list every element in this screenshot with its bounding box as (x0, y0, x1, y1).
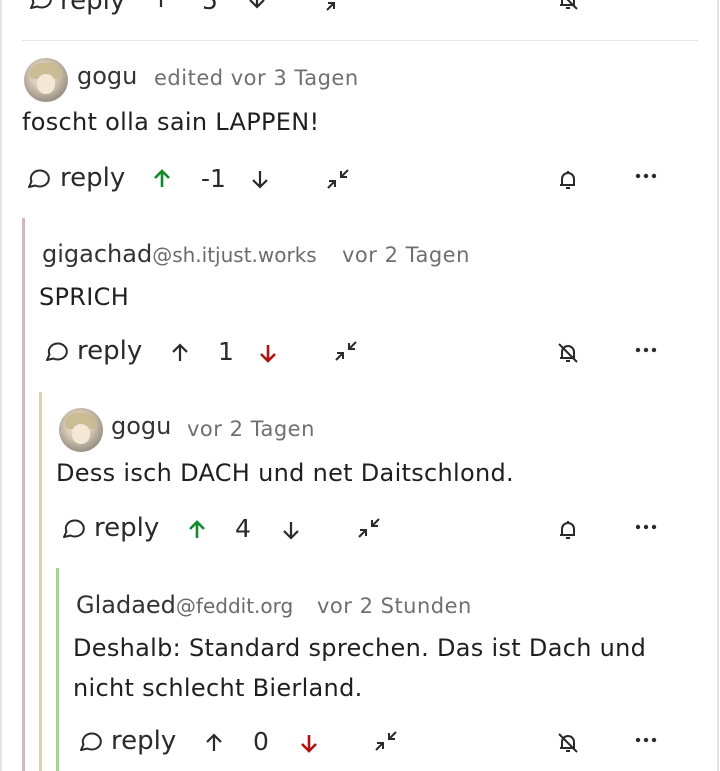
username-instance: @feddit.org (175, 594, 294, 618)
reply-button[interactable]: reply (77, 336, 142, 366)
username[interactable]: gigachad@sh.itjust.works (42, 240, 317, 268)
more-dots-icon[interactable] (634, 346, 658, 354)
comment-body: SPRICH (39, 283, 130, 311)
speech-bubble-icon (80, 732, 102, 751)
more-dots-icon[interactable] (634, 523, 658, 531)
bell-off-icon[interactable] (556, 0, 580, 12)
collapse-icon[interactable] (325, 168, 351, 190)
arrow-down-icon[interactable] (257, 342, 279, 364)
reply-button[interactable]: reply (111, 726, 176, 756)
page-border-right (717, 0, 719, 771)
bell-off-icon[interactable] (556, 731, 580, 755)
collapse-icon[interactable] (356, 517, 382, 539)
arrow-down-icon[interactable] (249, 168, 271, 190)
speech-bubble-icon (28, 169, 50, 188)
username[interactable]: gogu (111, 412, 171, 440)
comment-body: Deshalb: Standard sprechen. Das ist Dach… (73, 634, 647, 702)
thread-line-level-2 (39, 392, 42, 771)
arrow-up-icon[interactable] (150, 0, 172, 10)
comment-meta: vor 2 Stunden (317, 594, 472, 618)
collapse-icon[interactable] (324, 0, 350, 12)
score: 5 (202, 0, 218, 15)
arrow-down-icon[interactable] (246, 0, 268, 10)
username-instance: @sh.itjust.works (152, 243, 317, 267)
username-name: gigachad (42, 240, 153, 268)
arrow-up-icon[interactable] (169, 342, 191, 364)
collapse-icon[interactable] (333, 340, 359, 362)
arrow-up-icon[interactable] (186, 519, 208, 541)
page-border-left (0, 0, 2, 771)
avatar[interactable] (59, 408, 103, 452)
collapse-icon[interactable] (373, 730, 399, 752)
reply-button[interactable]: reply (60, 163, 125, 193)
username[interactable]: gogu (77, 62, 137, 90)
comment-meta: edited vor 3 Tagen (154, 66, 359, 90)
comment-body: foscht olla sain LAPPEN! (22, 108, 320, 136)
score: 0 (253, 727, 269, 756)
bell-icon[interactable] (556, 168, 580, 192)
speech-bubble-icon (30, 0, 52, 9)
avatar[interactable] (24, 58, 68, 102)
speech-bubble-icon (63, 519, 85, 538)
divider (22, 40, 698, 41)
username-name: Gladaed (76, 591, 176, 619)
score: -1 (201, 164, 226, 193)
score: 4 (235, 514, 251, 543)
arrow-up-icon[interactable] (151, 168, 173, 190)
username[interactable]: Gladaed@feddit.org (76, 591, 293, 619)
reply-button[interactable]: reply (60, 0, 125, 16)
more-dots-icon[interactable] (634, 172, 658, 180)
speech-bubble-icon (46, 342, 68, 361)
arrow-up-icon[interactable] (203, 732, 225, 754)
score: 1 (218, 337, 234, 366)
bell-off-icon[interactable] (556, 341, 580, 365)
thread-line-level-3 (56, 568, 59, 771)
arrow-down-icon[interactable] (280, 519, 302, 541)
bell-icon[interactable] (556, 518, 580, 542)
reply-button[interactable]: reply (94, 513, 159, 543)
comment-body: Dess isch DACH und net Daitschlond. (56, 459, 514, 487)
comment-meta: vor 2 Tagen (342, 243, 470, 267)
thread-line-level-1 (22, 218, 25, 771)
comment-meta: vor 2 Tagen (187, 417, 315, 441)
more-dots-icon[interactable] (634, 736, 658, 744)
arrow-down-icon[interactable] (298, 732, 320, 754)
